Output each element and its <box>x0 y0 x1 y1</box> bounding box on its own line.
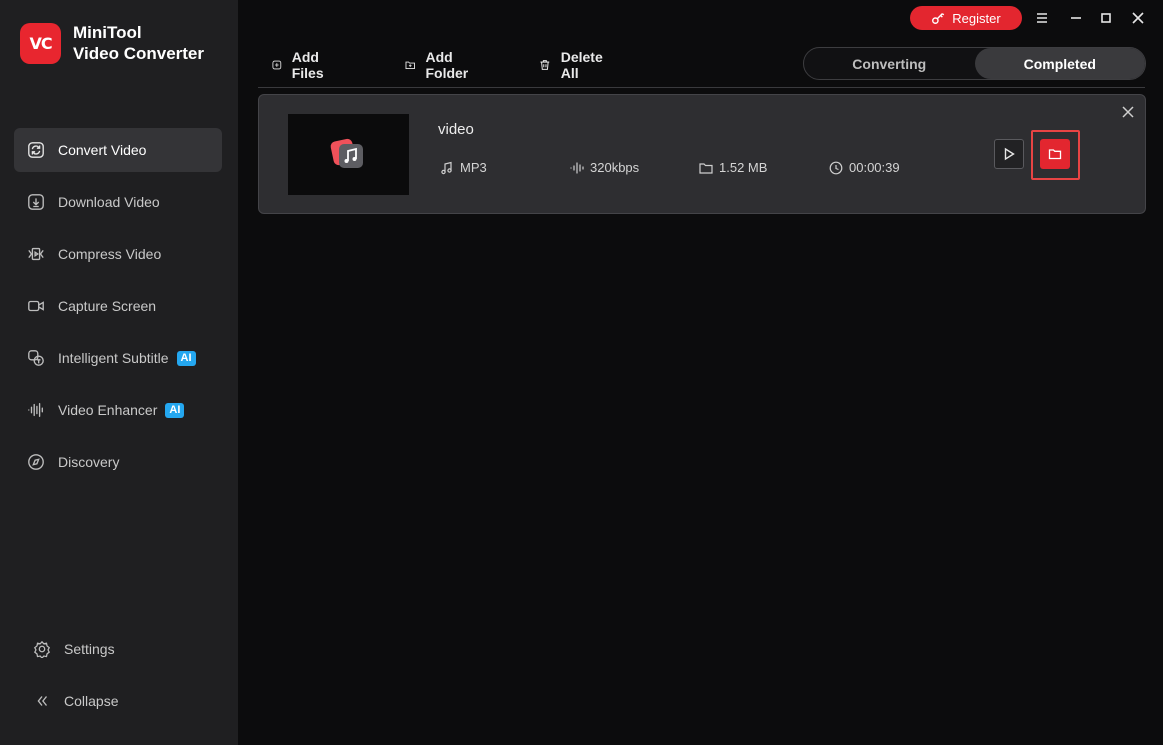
sidebar-item-label: Compress Video <box>58 246 162 262</box>
sidebar-item-label: Capture Screen <box>58 298 157 314</box>
bitrate-value: 320kbps <box>590 160 640 175</box>
sidebar-item-download-video[interactable]: Download Video <box>14 180 222 224</box>
play-button[interactable] <box>994 139 1024 169</box>
plus-square-icon <box>272 60 282 70</box>
music-note-icon <box>441 161 452 174</box>
size-value: 1.52 MB <box>719 160 768 175</box>
bitrate-icon <box>570 161 584 174</box>
register-button[interactable]: Register <box>910 6 1022 30</box>
download-icon <box>26 192 46 212</box>
trash-icon <box>540 60 550 70</box>
clock-icon <box>829 161 843 174</box>
key-icon <box>932 13 945 24</box>
format-value: MP3 <box>460 160 487 175</box>
music-file-icon <box>330 138 363 168</box>
maximize-button[interactable] <box>1096 8 1116 28</box>
waveform-icon <box>26 400 46 420</box>
sidebar-item-label: Convert Video <box>58 142 147 158</box>
add-files-label: Add Files <box>291 49 324 81</box>
minimize-button[interactable] <box>1066 8 1086 28</box>
sidebar-item-label: Download Video <box>58 194 160 210</box>
compass-icon <box>26 452 46 472</box>
sidebar-item-compress-video[interactable]: Compress Video <box>14 232 222 276</box>
sidebar-item-discovery[interactable]: Discovery <box>14 440 222 484</box>
brand-text: MiniTool Video Converter <box>73 22 204 64</box>
sidebar-nav: Convert Video Download Video Compress Vi… <box>14 128 222 492</box>
duration-info: 00:00:39 <box>829 160 900 175</box>
sidebar-item-label: Discovery <box>58 454 120 470</box>
sidebar-item-label: Intelligent Subtitle <box>58 350 169 366</box>
convert-icon <box>26 140 46 160</box>
collapse-button[interactable]: Collapse <box>20 679 220 723</box>
ai-badge: AI <box>176 350 196 366</box>
bitrate-info: 320kbps <box>570 160 639 175</box>
folder-icon <box>1048 149 1062 160</box>
delete-all-label: Delete All <box>560 49 603 81</box>
sidebar-item-label: Video Enhancer <box>58 402 158 418</box>
subtitle-icon <box>26 348 46 368</box>
sidebar-bottom: Settings Collapse <box>20 627 220 731</box>
sidebar: VC MiniTool Video Converter Convert Vide… <box>0 0 238 745</box>
compress-icon <box>26 244 46 264</box>
task-card: video MP3 320kbps 1.52 MB 00:00:39 <box>258 94 1146 214</box>
duration-value: 00:00:39 <box>849 160 900 175</box>
sidebar-item-convert-video[interactable]: Convert Video <box>14 128 222 172</box>
add-folder-button[interactable]: Add Folder <box>405 49 474 81</box>
open-folder-button[interactable] <box>1040 139 1070 169</box>
file-name: video <box>438 121 474 138</box>
brand-line-2: Video Converter <box>73 44 205 63</box>
brand-line-1: MiniTool <box>73 23 142 42</box>
close-window-button[interactable] <box>1128 8 1148 28</box>
sidebar-item-intelligent-subtitle[interactable]: Intelligent Subtitle AI <box>14 336 222 380</box>
play-icon <box>1004 147 1015 161</box>
remove-task-button[interactable] <box>1121 105 1135 119</box>
register-label: Register <box>952 10 1001 26</box>
brand: VC MiniTool Video Converter <box>20 22 204 64</box>
chevron-double-left-icon <box>32 691 52 711</box>
toolbar-divider <box>258 87 1145 88</box>
settings-label: Settings <box>64 641 115 657</box>
close-icon <box>1132 12 1144 24</box>
size-info: 1.52 MB <box>699 160 767 175</box>
camera-icon <box>26 296 46 316</box>
folder-plus-icon <box>405 61 415 70</box>
format-info: MP3 <box>440 160 487 175</box>
menu-button[interactable] <box>1032 8 1052 28</box>
tab-completed[interactable]: Completed <box>974 48 1145 79</box>
sidebar-item-video-enhancer[interactable]: Video Enhancer AI <box>14 388 222 432</box>
media-thumbnail <box>288 114 409 195</box>
add-files-button[interactable]: Add Files <box>272 49 330 81</box>
gear-icon <box>32 639 52 659</box>
ai-badge: AI <box>165 402 185 418</box>
sidebar-item-capture-screen[interactable]: Capture Screen <box>14 284 222 328</box>
folder-icon <box>699 162 713 174</box>
minimize-icon <box>1071 17 1081 19</box>
tab-converting[interactable]: Converting <box>804 48 975 79</box>
collapse-label: Collapse <box>64 693 119 709</box>
app-logo: VC <box>20 22 61 64</box>
close-icon <box>1122 106 1134 118</box>
add-folder-label: Add Folder <box>425 49 469 81</box>
status-tabs: Converting Completed <box>803 47 1146 80</box>
delete-all-button[interactable]: Delete All <box>539 49 607 81</box>
hamburger-icon <box>1037 13 1047 23</box>
settings-button[interactable]: Settings <box>20 627 220 671</box>
maximize-icon <box>1101 13 1111 23</box>
